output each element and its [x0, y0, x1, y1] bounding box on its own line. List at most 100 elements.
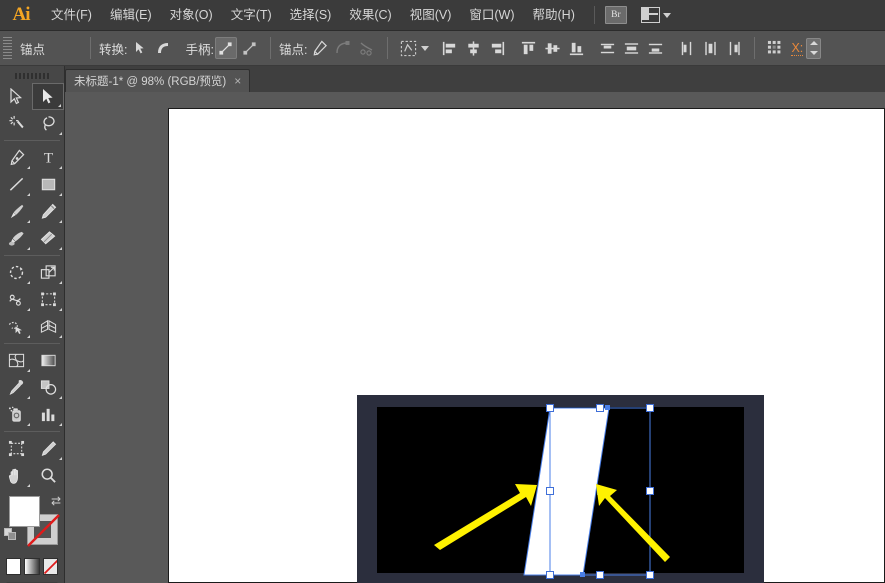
tool-flyout-indicator — [27, 220, 30, 223]
align-bottom-icon[interactable] — [565, 37, 587, 59]
workspace-layout-button[interactable] — [640, 7, 671, 23]
control-divider-4 — [754, 37, 756, 59]
tool-line-segment[interactable] — [0, 171, 32, 198]
selection-center-point — [597, 489, 603, 495]
tool-perspective-grid[interactable] — [32, 313, 64, 340]
tool-blend[interactable] — [32, 374, 64, 401]
isolate-chevron-down-icon[interactable] — [421, 45, 430, 51]
align-left-icon[interactable] — [438, 37, 460, 59]
default-stroke-square — [8, 532, 16, 540]
fill-none-button[interactable] — [42, 558, 58, 575]
fill-color-button[interactable] — [6, 558, 22, 575]
transform-panel-icon[interactable] — [764, 37, 786, 59]
tools-divider-1 — [4, 140, 60, 141]
tool-hand[interactable] — [0, 462, 32, 489]
tool-flyout-indicator — [27, 396, 30, 399]
connect-anchor-icon[interactable] — [332, 37, 354, 59]
menu-edit[interactable]: 编辑(E) — [101, 0, 161, 31]
tool-magic-wand[interactable] — [0, 110, 32, 137]
control-divider-2 — [269, 37, 271, 59]
show-handles-icon[interactable] — [214, 37, 237, 59]
tool-flyout-indicator — [59, 193, 62, 196]
transform-x-label[interactable]: X: — [791, 41, 804, 56]
tool-direct-selection[interactable] — [32, 83, 64, 110]
tool-rotate[interactable] — [0, 259, 32, 286]
tool-free-transform[interactable] — [32, 286, 64, 313]
menu-type[interactable]: 文字(T) — [222, 0, 281, 31]
tool-blob-brush[interactable] — [0, 225, 32, 252]
tool-flyout-indicator — [27, 281, 30, 284]
tool-selection[interactable] — [0, 83, 32, 110]
tool-flyout-indicator — [27, 369, 30, 372]
artboard[interactable] — [168, 108, 885, 583]
tool-flyout-indicator — [27, 335, 30, 338]
distribute-horizontal-center-icon[interactable] — [699, 37, 721, 59]
convert-to-corner-icon[interactable] — [128, 37, 150, 59]
align-middle-vertical-icon[interactable] — [541, 37, 563, 59]
tool-shape-builder[interactable] — [0, 313, 32, 340]
control-bar-grip[interactable] — [3, 37, 12, 59]
fill-swatch[interactable] — [9, 496, 40, 527]
transform-x-stepper[interactable] — [806, 37, 822, 59]
illustrator-window: Ai 文件(F) 编辑(E) 对象(O) 文字(T) 选择(S) 效果(C) 视… — [0, 0, 885, 583]
handle-bottom-center — [596, 571, 604, 579]
tools-panel-grip[interactable] — [15, 73, 49, 79]
tool-lasso[interactable] — [32, 110, 64, 137]
tool-artboard[interactable] — [0, 435, 32, 462]
canvas-area[interactable] — [65, 92, 885, 583]
tool-eyedropper[interactable] — [0, 374, 32, 401]
menu-file[interactable]: 文件(F) — [42, 0, 101, 31]
menu-window[interactable]: 窗口(W) — [460, 0, 523, 31]
distribute-top-icon[interactable] — [596, 37, 618, 59]
tool-pencil[interactable] — [32, 198, 64, 225]
remove-anchor-pen-icon[interactable] — [308, 37, 330, 59]
bridge-icon[interactable]: Br — [604, 6, 627, 24]
menu-select[interactable]: 选择(S) — [281, 0, 341, 31]
default-fill-stroke-icon[interactable] — [4, 528, 17, 541]
menu-bar: Ai 文件(F) 编辑(E) 对象(O) 文字(T) 选择(S) 效果(C) 视… — [0, 0, 885, 31]
convert-to-smooth-icon[interactable] — [152, 37, 174, 59]
tool-column-graph[interactable] — [32, 401, 64, 428]
tool-pen[interactable] — [0, 144, 32, 171]
tool-flyout-indicator — [59, 220, 62, 223]
isolate-selected-object-icon[interactable] — [397, 37, 419, 59]
document-tab[interactable]: 未标题-1* @ 98% (RGB/预览) × — [65, 69, 251, 92]
control-divider-3 — [387, 37, 389, 59]
tool-gradient[interactable] — [32, 347, 64, 374]
tool-paintbrush[interactable] — [0, 198, 32, 225]
tool-zoom[interactable] — [32, 462, 64, 489]
distribute-center-icon[interactable] — [620, 37, 642, 59]
handle-bottom-right — [646, 571, 654, 579]
close-icon[interactable]: × — [234, 75, 241, 87]
handles-label: 手柄: — [185, 42, 214, 57]
tool-eraser[interactable] — [32, 225, 64, 252]
cut-path-icon[interactable] — [356, 37, 378, 59]
align-center-horizontal-icon[interactable] — [462, 37, 484, 59]
distribute-left-icon[interactable] — [675, 37, 697, 59]
tool-symbol-sprayer[interactable] — [0, 401, 32, 428]
tool-slice[interactable] — [32, 435, 64, 462]
fill-gradient-button[interactable] — [24, 558, 40, 575]
control-anchor-title: 锚点 — [20, 42, 46, 57]
anchor-point-bottom — [580, 572, 585, 577]
layout-grid-icon — [640, 7, 660, 23]
stepper-down-icon[interactable] — [809, 50, 818, 55]
menu-view[interactable]: 视图(V) — [401, 0, 461, 31]
tool-scale[interactable] — [32, 259, 64, 286]
tool-flyout-indicator — [27, 193, 30, 196]
align-top-icon[interactable] — [517, 37, 539, 59]
tool-type[interactable]: T — [32, 144, 64, 171]
tools-panel-header[interactable] — [0, 66, 64, 83]
swap-fill-stroke-icon[interactable]: ⇄ — [51, 494, 61, 508]
distribute-bottom-icon[interactable] — [644, 37, 666, 59]
tool-mesh[interactable] — [0, 347, 32, 374]
stepper-up-icon[interactable] — [809, 41, 818, 46]
tool-rectangle[interactable] — [32, 171, 64, 198]
align-right-icon[interactable] — [486, 37, 508, 59]
menu-effect[interactable]: 效果(C) — [340, 0, 400, 31]
menu-object[interactable]: 对象(O) — [161, 0, 222, 31]
distribute-right-icon[interactable] — [723, 37, 745, 59]
hide-handles-icon[interactable] — [239, 37, 261, 59]
tool-width[interactable] — [0, 286, 32, 313]
menu-help[interactable]: 帮助(H) — [524, 0, 584, 31]
